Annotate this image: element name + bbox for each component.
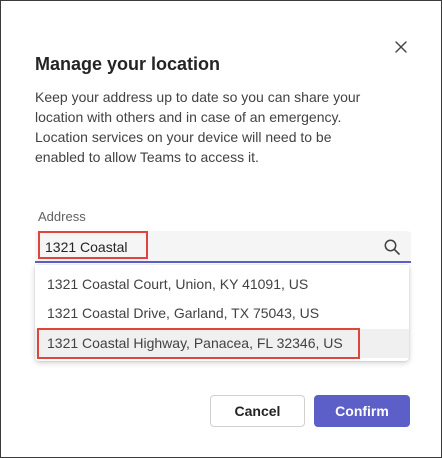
address-field[interactable] xyxy=(35,231,411,263)
cancel-button[interactable]: Cancel xyxy=(210,395,305,427)
manage-location-dialog: Manage your location Keep your address u… xyxy=(1,1,441,457)
suggestion-item[interactable]: 1321 Coastal Highway, Panacea, FL 32346,… xyxy=(35,329,409,358)
close-icon xyxy=(395,41,407,53)
address-suggestions-list: 1321 Coastal Court, Union, KY 41091, US … xyxy=(35,265,409,361)
search-icon xyxy=(384,239,400,255)
confirm-button[interactable]: Confirm xyxy=(314,395,410,427)
window-frame: Manage your location Keep your address u… xyxy=(0,0,442,458)
address-input[interactable] xyxy=(45,236,375,258)
close-button[interactable] xyxy=(391,37,411,57)
dialog-title: Manage your location xyxy=(35,54,221,74)
dialog-description: Keep your address up to date so you can … xyxy=(35,89,361,165)
address-label: Address xyxy=(38,209,86,224)
suggestion-item[interactable]: 1321 Coastal Court, Union, KY 41091, US xyxy=(35,270,409,299)
search-button[interactable] xyxy=(383,238,401,256)
suggestion-item[interactable]: 1321 Coastal Drive, Garland, TX 75043, U… xyxy=(35,299,409,328)
